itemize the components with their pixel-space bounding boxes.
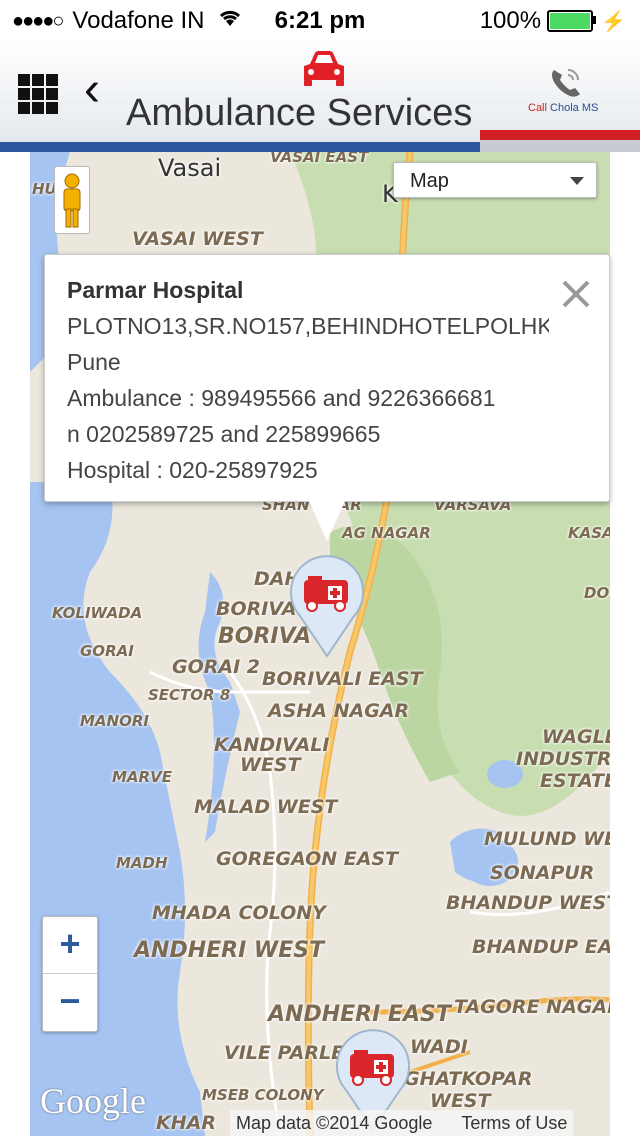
info-window-pointer: [309, 501, 345, 541]
map-label: GORAI 2: [172, 656, 260, 678]
map-label: TAGORE NAGAR: [454, 996, 610, 1018]
map-label: KOLIWADA: [52, 604, 143, 622]
back-chevron-icon[interactable]: ‹: [84, 62, 100, 117]
map-label: SECTOR 8: [148, 686, 231, 704]
map-label: MANORI: [80, 712, 149, 730]
header-accent-blue: [0, 142, 480, 152]
battery-percent: 100%: [479, 7, 542, 34]
map-label: VILE PARLE: [224, 1042, 345, 1064]
close-icon[interactable]: [559, 277, 593, 311]
map-label: BORIVALI EAST: [262, 668, 423, 690]
header-accent-grey: [480, 140, 640, 152]
map-label: BHANDUP EA: [472, 936, 610, 958]
map-label: KANDIVALI: [214, 734, 330, 756]
map-label: MARVE: [112, 768, 172, 786]
ambulance-phone: Ambulance : 989495566 and 9226366681: [67, 385, 496, 411]
map-label: ASHA NAGAR: [268, 700, 410, 722]
hospital-address: PLOTNO13,SR.NO157,BEHINDHOTELPOLHK: [67, 313, 549, 339]
zoom-out-button[interactable]: −: [43, 974, 97, 1030]
map-label: WAGLE: [542, 726, 610, 748]
zoom-in-button[interactable]: +: [43, 917, 97, 973]
hospital-name: Parmar Hospital: [67, 277, 244, 303]
zoom-control: + −: [42, 916, 98, 1032]
map-label: MULUND WES: [484, 828, 610, 850]
terms-of-use-link[interactable]: Terms of Use: [461, 1113, 567, 1133]
map-label: SONAPUR: [490, 862, 595, 884]
map-attribution: Map data ©2014 Google Terms of Use: [230, 1110, 574, 1136]
street-view-pegman-icon[interactable]: [54, 166, 90, 234]
map-label: MADH: [116, 854, 168, 872]
ambulance-phone-cont: n 0202589725 and 225899665: [67, 421, 381, 447]
map-label: INDUSTR: [516, 748, 610, 770]
hospital-city: Pune: [67, 349, 121, 375]
map-type-select[interactable]: Map: [393, 162, 597, 198]
hospital-info-window: Parmar Hospital PLOTNO13,SR.NO157,BEHIND…: [44, 254, 610, 541]
google-logo: Google: [40, 1081, 146, 1121]
map-label: MALAD WEST: [194, 796, 338, 818]
map-label: ESTATE: [540, 770, 610, 792]
map-label: BHANDUP WEST: [446, 892, 610, 914]
map-label: GORAI: [80, 642, 134, 660]
page-title: Ambulance Services: [126, 92, 473, 134]
battery-icon: [547, 10, 597, 32]
phone-icon[interactable]: [548, 66, 586, 105]
map-label: GHATKOPAR: [404, 1068, 533, 1090]
charging-icon: ⚡: [601, 10, 626, 33]
map-label: VASAI EAST: [270, 152, 369, 166]
map-label: WEST: [240, 754, 301, 776]
map-label: ANDHERI EAST: [268, 1002, 451, 1027]
map-label: WEST: [430, 1090, 491, 1112]
menu-grid-icon[interactable]: [18, 74, 58, 114]
map-label: DO: [584, 584, 610, 602]
status-bar: ●●●●○ Vodafone IN 6:21 pm 100% ⚡: [0, 0, 640, 40]
chevron-down-icon: [570, 177, 584, 185]
hospital-phone: Hospital : 020-25897925: [67, 457, 318, 483]
map-label: WADI: [410, 1036, 468, 1058]
map-label: GOREGAON EAST: [216, 848, 399, 870]
map-label: KASA: [568, 524, 610, 542]
map-label: ANDHERI WEST: [134, 938, 325, 963]
map-label: VASAI WEST: [132, 228, 263, 250]
map-label: MHADA COLONY: [152, 902, 326, 924]
map-label: Vasai: [158, 154, 222, 182]
header-accent-red: [480, 130, 640, 140]
map-label: KHAR: [156, 1112, 216, 1134]
map-label: MSEB COLONY: [202, 1086, 324, 1104]
call-chola-button[interactable]: Call Chola MS: [528, 102, 598, 114]
car-icon: [300, 48, 348, 93]
map-label: AG NAGAR: [342, 524, 431, 542]
